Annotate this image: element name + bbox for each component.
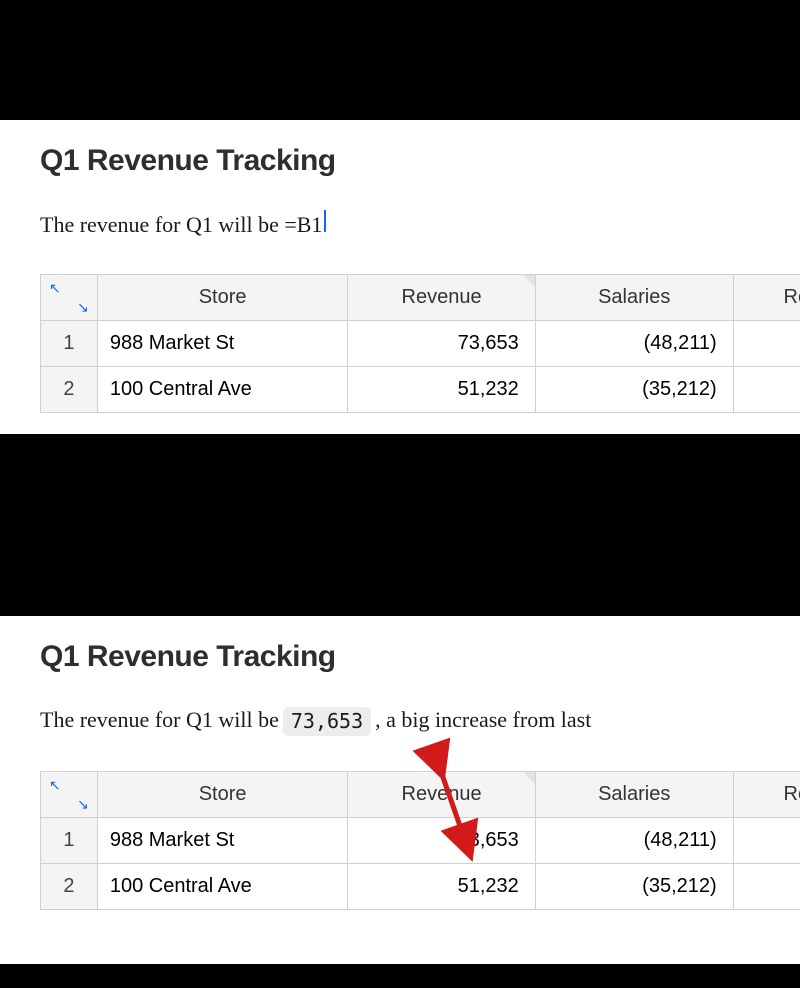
sentence-text-post: , a big increase from last [375,707,591,733]
cell-revenue[interactable]: 51,232 [348,864,535,910]
row-header[interactable]: 1 [41,818,98,864]
col-header-salaries[interactable]: Salaries [535,275,733,321]
col-header-re[interactable]: Re [733,275,800,321]
cell-revenue[interactable]: 73,653 [348,321,535,367]
cell-salaries[interactable]: (48,211) [535,321,733,367]
cell-revenue[interactable]: 51,232 [348,367,535,413]
sentence-text-pre: The revenue for Q1 will be [40,707,279,733]
cell-salaries[interactable]: (48,211) [535,818,733,864]
sentence-text[interactable]: The revenue for Q1 will be =B1 [40,212,322,238]
arrow-se-icon: ↘ [77,797,89,811]
cell-revenue[interactable]: 73,653 [348,818,535,864]
spreadsheet-table[interactable]: ↖ ↘ Store Revenue Salaries Re 1 988 Mark… [40,274,800,413]
cell-re[interactable] [733,321,800,367]
page-title: Q1 Revenue Tracking [40,144,760,178]
table-corner-expand[interactable]: ↖ ↘ [41,275,98,321]
row-header[interactable]: 2 [41,864,98,910]
col-header-revenue[interactable]: Revenue [348,772,535,818]
col-header-store[interactable]: Store [97,275,348,321]
arrow-nw-icon: ↖ [49,281,61,295]
cell-reference-pill[interactable]: 73,653 [283,707,371,736]
col-header-revenue[interactable]: Revenue [348,275,535,321]
cell-store[interactable]: 988 Market St [97,321,348,367]
cell-salaries[interactable]: (35,212) [535,367,733,413]
cell-store[interactable]: 100 Central Ave [97,864,348,910]
spreadsheet-table[interactable]: ↖ ↘ Store Revenue Salaries Re 1 988 Mark… [40,771,800,910]
cell-re[interactable] [733,818,800,864]
body-sentence: The revenue for Q1 will be =B1 [40,210,760,238]
cell-re[interactable] [733,864,800,910]
cell-store[interactable]: 100 Central Ave [97,367,348,413]
text-cursor [324,210,326,232]
col-header-store[interactable]: Store [97,772,348,818]
table-row[interactable]: 2 100 Central Ave 51,232 (35,212) [41,864,800,910]
table-row[interactable]: 2 100 Central Ave 51,232 (35,212) [41,367,800,413]
table-row[interactable]: 1 988 Market St 73,653 (48,211) [41,818,800,864]
body-sentence: The revenue for Q1 will be 73,653 , a bi… [40,706,760,735]
panel-formula-result: Q1 Revenue Tracking The revenue for Q1 w… [0,616,800,964]
row-header[interactable]: 2 [41,367,98,413]
arrow-nw-icon: ↖ [49,778,61,792]
cell-store[interactable]: 988 Market St [97,818,348,864]
table-corner-expand[interactable]: ↖ ↘ [41,772,98,818]
table-row[interactable]: 1 988 Market St 73,653 (48,211) [41,321,800,367]
panel-formula-entry: Q1 Revenue Tracking The revenue for Q1 w… [0,120,800,434]
arrow-se-icon: ↘ [77,300,89,314]
row-header[interactable]: 1 [41,321,98,367]
cell-re[interactable] [733,367,800,413]
col-header-salaries[interactable]: Salaries [535,772,733,818]
col-header-re[interactable]: Re [733,772,800,818]
page-title: Q1 Revenue Tracking [40,640,760,674]
cell-salaries[interactable]: (35,212) [535,864,733,910]
